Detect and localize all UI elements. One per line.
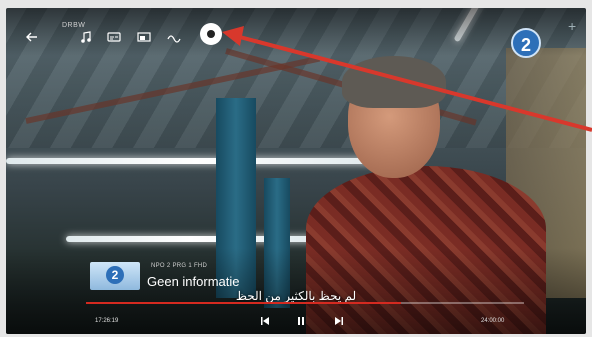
annotation-arrow bbox=[222, 26, 592, 132]
